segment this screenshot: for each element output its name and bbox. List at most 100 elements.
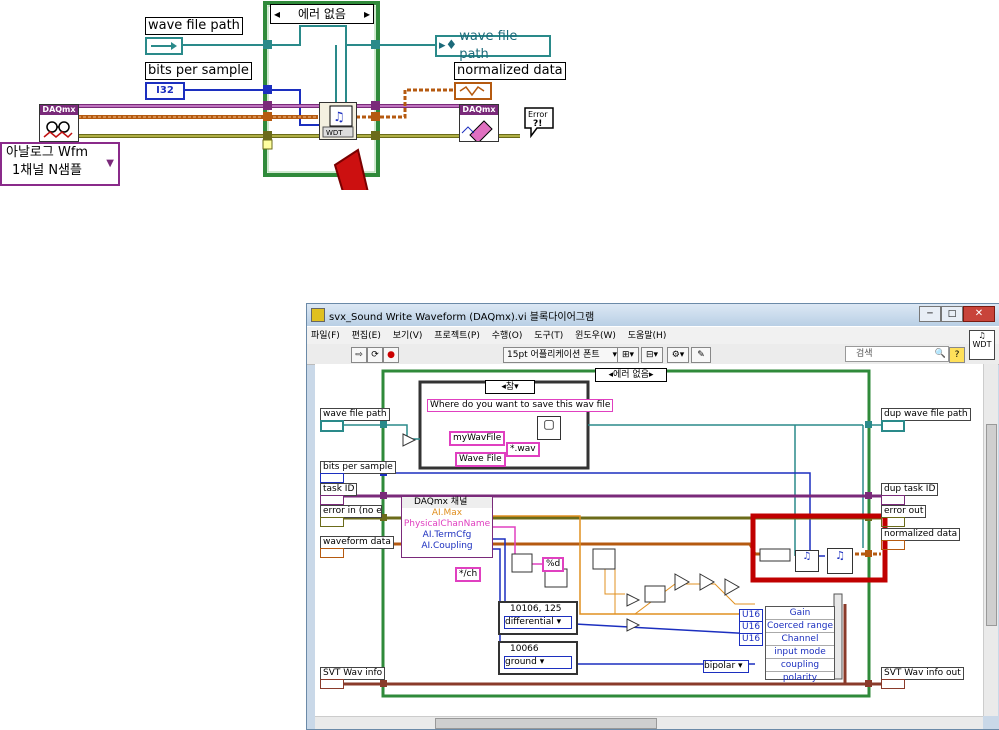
- svg-text:WDT: WDT: [326, 129, 343, 137]
- term-waveform[interactable]: [320, 548, 344, 558]
- block-diagram-canvas[interactable]: ◂에러 없음▸ ◂참▾ Where do you want to save th…: [315, 364, 983, 716]
- labview-window: svx_Sound Write Waveform (DAQmx).vi 블록다이…: [306, 303, 999, 730]
- case-next-arrow[interactable]: ▸: [361, 5, 373, 23]
- cleanup-button[interactable]: ✎: [691, 347, 711, 363]
- path-icon: [151, 42, 177, 50]
- enum1-select[interactable]: differential ▾: [504, 616, 572, 629]
- bipolar-enum[interactable]: bipolar ▾: [703, 660, 749, 673]
- dropdown-arrow-icon[interactable]: ▼: [106, 155, 114, 173]
- run-arrow-button[interactable]: ⇨: [351, 347, 367, 363]
- search-icon[interactable]: 🔍: [935, 347, 946, 361]
- case-selector[interactable]: ◂ 에러 없음 ▸: [270, 4, 374, 24]
- reorder-button[interactable]: ⚙▾: [667, 347, 689, 363]
- svg-text:?!: ?!: [533, 119, 542, 129]
- per-ch-const: */ch: [455, 567, 482, 582]
- case-prev-arrow[interactable]: ◂: [271, 5, 283, 23]
- daqmx-clear-icon[interactable]: DAQmx: [459, 104, 499, 144]
- menu-window[interactable]: 윈도우(W): [571, 327, 620, 345]
- bundle-by-name[interactable]: Gain Coerced range Channel input mode co…: [765, 606, 835, 683]
- distribute-button[interactable]: ⊟▾: [641, 347, 663, 363]
- menu-file[interactable]: 파일(F): [307, 327, 344, 345]
- horizontal-scrollbar[interactable]: [315, 716, 983, 729]
- term-normalized[interactable]: [881, 540, 905, 550]
- wdt-scale-icon[interactable]: ♫: [795, 550, 819, 572]
- font-select-value: 15pt 어플리케이션 폰트: [507, 350, 600, 360]
- term-svt-out[interactable]: [881, 679, 905, 689]
- term-dup-task[interactable]: [881, 495, 905, 505]
- maximize-button[interactable]: □: [941, 306, 963, 322]
- outer-case-selector[interactable]: ◂에러 없음▸: [595, 368, 667, 382]
- outer-case-next-icon[interactable]: ▸: [649, 370, 654, 380]
- my-wav-file-const: myWavFile: [449, 431, 506, 446]
- error-handler-icon[interactable]: Error?!: [521, 104, 557, 140]
- term-error-in[interactable]: [320, 517, 344, 527]
- bipolar-value: bipolar: [704, 661, 736, 671]
- vscroll-thumb[interactable]: [986, 424, 997, 626]
- term-wave-file-path[interactable]: [320, 420, 344, 432]
- vertical-scrollbar[interactable]: [983, 364, 998, 716]
- run-continuous-button[interactable]: ⟳: [367, 347, 383, 363]
- wdt-write-icon[interactable]: ♫ WDT: [319, 102, 357, 140]
- inner-case-next-icon[interactable]: ▾: [514, 382, 519, 392]
- term-task[interactable]: [320, 495, 344, 505]
- analog-ring-line1: 아날로그 Wfm: [6, 145, 89, 160]
- search-box[interactable]: 검색 🔍: [845, 346, 949, 362]
- inner-case-selector[interactable]: ◂참▾: [485, 380, 535, 394]
- enum1-label: 10106, 125: [510, 604, 562, 614]
- menu-bar: 파일(F) 편집(E) 보기(V) 프로젝트(P) 수행(O) 도구(T) 윈도…: [307, 326, 999, 345]
- daqmx-property-node[interactable]: DAQmx 채널 AI.Max PhysicalChanName AI.Term…: [401, 496, 493, 558]
- wdt-write-subvi-icon[interactable]: ♫: [827, 548, 853, 574]
- file-dialog-icon[interactable]: ▢: [537, 416, 561, 440]
- wdt-note-icon: ♫ WDT: [322, 105, 354, 138]
- vi-connector-icon[interactable]: ♫ WDT: [969, 330, 995, 360]
- enum1-selected: differential: [505, 617, 554, 627]
- eraser-icon: [461, 120, 493, 144]
- analog-ring-line2: 1채널 N샘플: [12, 163, 82, 178]
- analog-wfm-ring[interactable]: 아날로그 Wfm 1채널 N샘플 ▼: [0, 142, 120, 186]
- term-bits[interactable]: [320, 473, 344, 483]
- menu-tools[interactable]: 도구(T): [530, 327, 567, 345]
- toolbar: ⇨ ⟳ ● 15pt 어플리케이션 폰트 ▾ ⊞▾ ⊟▾ ⚙▾ ✎ 검색 🔍 ? …: [307, 330, 999, 365]
- wave-file-path-indicator[interactable]: ▸♦ wave file path: [435, 29, 551, 62]
- error-bubble-icon: Error?!: [524, 107, 554, 139]
- property-ai-max[interactable]: AI.Max: [402, 508, 492, 519]
- property-coupling[interactable]: AI.Coupling: [402, 541, 492, 552]
- prompt-string: Where do you want to save this wav file: [427, 399, 614, 412]
- property-phys-chan[interactable]: PhysicalChanName: [402, 519, 492, 530]
- close-button[interactable]: ✕: [963, 306, 995, 322]
- align-button[interactable]: ⊞▾: [617, 347, 639, 363]
- menu-project[interactable]: 프로젝트(P): [430, 327, 484, 345]
- hscroll-thumb[interactable]: [435, 718, 657, 729]
- term-dup-path[interactable]: [881, 420, 905, 432]
- bundle-gain: Gain: [766, 607, 834, 620]
- bits-per-sample-label: bits per sample: [145, 62, 252, 80]
- abort-button[interactable]: ●: [383, 347, 399, 363]
- font-select[interactable]: 15pt 어플리케이션 폰트 ▾: [503, 347, 620, 363]
- property-term-cfg[interactable]: AI.TermCfg: [402, 530, 492, 541]
- wave-file-path-terminal[interactable]: [145, 37, 183, 55]
- waveform-icon: [459, 85, 485, 97]
- enum2-select[interactable]: ground ▾: [504, 656, 572, 669]
- bundle-polarity: polarity: [782, 673, 818, 683]
- menu-help[interactable]: 도움말(H): [624, 327, 671, 345]
- normalized-data-indicator[interactable]: [454, 82, 492, 100]
- outer-case-label: 에러 없음: [613, 370, 649, 380]
- help-button[interactable]: ?: [949, 347, 965, 363]
- menu-operate[interactable]: 수행(O): [488, 327, 527, 345]
- property-node-title: DAQmx 채널: [402, 497, 492, 508]
- normalized-data-label: normalized data: [454, 62, 566, 80]
- minimize-button[interactable]: ─: [919, 306, 941, 322]
- wave-file-const: Wave File: [455, 452, 506, 467]
- enum-case-1[interactable]: 10106, 125 differential ▾: [498, 601, 578, 635]
- menu-view[interactable]: 보기(V): [389, 327, 427, 345]
- enum-case-2[interactable]: 10066 ground ▾: [498, 641, 578, 675]
- daqmx-create-icon[interactable]: DAQmx: [39, 104, 79, 142]
- title-bar: svx_Sound Write Waveform (DAQmx).vi 블록다이…: [307, 304, 999, 326]
- menu-edit[interactable]: 편집(E): [348, 327, 385, 345]
- bits-per-sample-terminal[interactable]: I32: [145, 82, 185, 100]
- term-error-out[interactable]: [881, 517, 905, 527]
- svg-text:♫: ♫: [333, 110, 345, 125]
- wav-ext-const: *.wav: [506, 442, 540, 457]
- enum2-selected: ground: [505, 657, 537, 667]
- term-svt[interactable]: [320, 679, 344, 689]
